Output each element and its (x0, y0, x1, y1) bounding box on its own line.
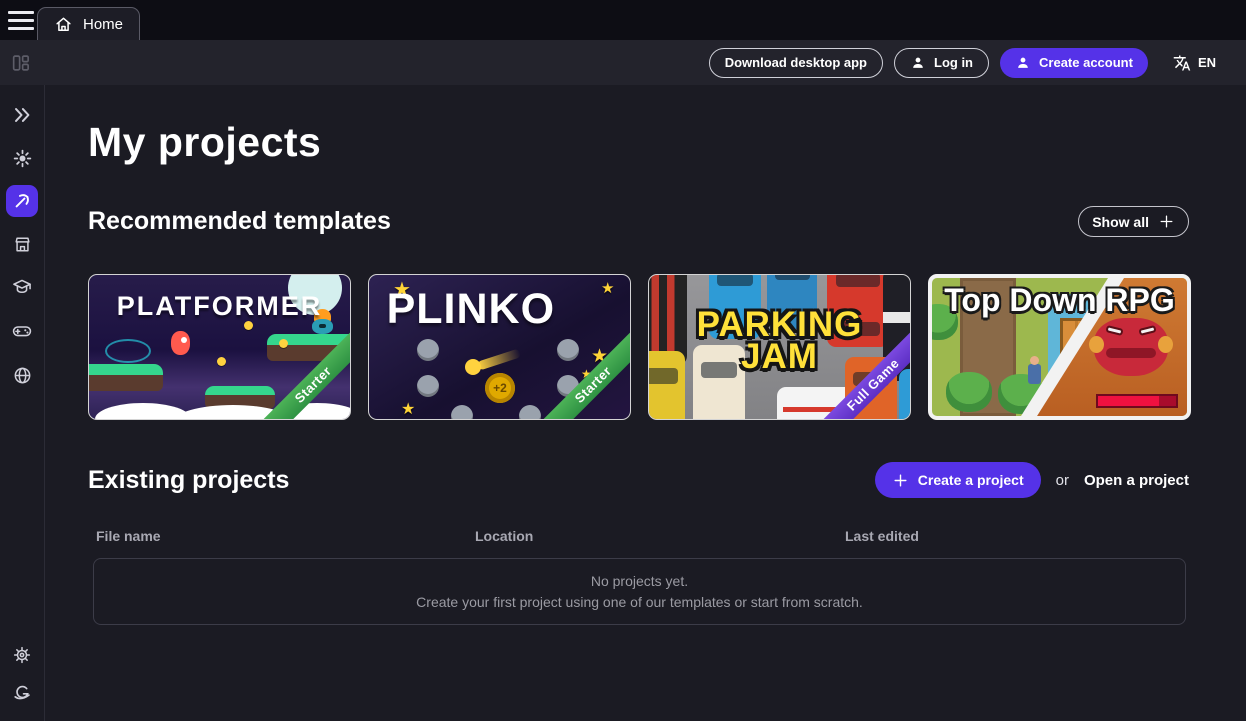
empty-state-line1: No projects yet. (591, 573, 688, 589)
plus-icon (1158, 213, 1175, 230)
empty-state-line2: Create your first project using one of o… (416, 594, 863, 610)
card-title: Top Down RPG (932, 282, 1187, 319)
template-card-plinko[interactable]: +2 ★ ★ ★ ★ ★ ★ PLINKO Starter (368, 274, 631, 420)
create-account-label: Create account (1039, 55, 1133, 70)
card-title: PLINKO (369, 285, 573, 334)
tab-home[interactable]: Home (37, 7, 140, 40)
header-toolbar: Download desktop app Log in Create accou… (0, 40, 1246, 85)
open-project-button[interactable]: Open a project (1084, 472, 1189, 489)
empty-state: No projects yet. Create your first proje… (93, 558, 1186, 625)
community-globe-icon[interactable] (6, 359, 38, 391)
template-card-parking-jam[interactable]: PARKING JAM Full Game (648, 274, 911, 420)
panels-layout-icon[interactable] (10, 52, 32, 74)
player-art (1028, 364, 1041, 384)
sidebar (0, 85, 45, 721)
health-bar-art (1096, 394, 1178, 408)
eye-art (105, 339, 151, 363)
download-desktop-app-button[interactable]: Download desktop app (709, 48, 883, 78)
app-window: Home Download desktop app Log in (0, 0, 1246, 721)
translate-icon (1173, 54, 1191, 72)
ball-art (465, 359, 481, 375)
create-project-label: Create a project (918, 472, 1024, 488)
main-content: My projects Recommended templates Show a… (46, 85, 1246, 721)
get-started-sun-icon[interactable] (6, 142, 38, 174)
tree-art (946, 372, 992, 412)
existing-projects-header-row: Existing projects Create a project or Op… (88, 462, 1189, 498)
create-project-button[interactable]: Create a project (875, 462, 1041, 498)
tab-bar: Home (0, 0, 1246, 40)
plus-icon (892, 472, 909, 489)
template-cards: PLATFORMER Starter +2 ★ ★ ★ ★ ★ ★ PLINKO… (88, 274, 1189, 420)
language-label: EN (1198, 55, 1216, 70)
expand-chevrons-icon[interactable] (6, 99, 38, 131)
create-account-button[interactable]: Create account (1000, 48, 1148, 78)
page-title: My projects (88, 119, 1189, 166)
tab-home-label: Home (83, 16, 123, 33)
login-button[interactable]: Log in (894, 48, 989, 78)
play-gamepad-icon[interactable] (6, 315, 38, 347)
column-last-edited: Last edited (837, 528, 1189, 544)
learn-graduation-icon[interactable] (6, 271, 38, 303)
home-icon (54, 15, 73, 34)
settings-gear-icon[interactable] (6, 639, 38, 671)
card-title: PARKING JAM (649, 309, 910, 373)
bonus-peg: +2 (485, 373, 515, 403)
column-location: Location (467, 528, 837, 544)
show-all-button[interactable]: Show all (1078, 206, 1189, 237)
player-art (171, 331, 190, 355)
projects-table-header: File name Location Last edited (88, 528, 1189, 544)
gdevelop-logo-icon[interactable] (6, 677, 38, 709)
header-actions: Download desktop app Log in Create accou… (709, 48, 1246, 78)
or-text: or (1056, 472, 1069, 489)
build-pickaxe-icon[interactable] (6, 185, 38, 217)
language-selector[interactable]: EN (1173, 54, 1216, 72)
card-title: PLATFORMER (89, 291, 350, 322)
existing-projects-heading: Existing projects (88, 466, 289, 495)
person-icon (910, 55, 926, 71)
hamburger-menu-icon[interactable] (8, 11, 34, 30)
login-label: Log in (934, 55, 973, 70)
show-all-label: Show all (1092, 214, 1149, 230)
shop-storefront-icon[interactable] (6, 228, 38, 260)
recommended-header-row: Recommended templates Show all (88, 206, 1189, 237)
person-icon (1015, 55, 1031, 71)
boss-art (1094, 318, 1168, 376)
template-card-platformer[interactable]: PLATFORMER Starter (88, 274, 351, 420)
recommended-templates-heading: Recommended templates (88, 207, 391, 236)
template-card-top-down-rpg[interactable]: Top Down RPG (928, 274, 1191, 420)
column-file-name: File name (88, 528, 467, 544)
